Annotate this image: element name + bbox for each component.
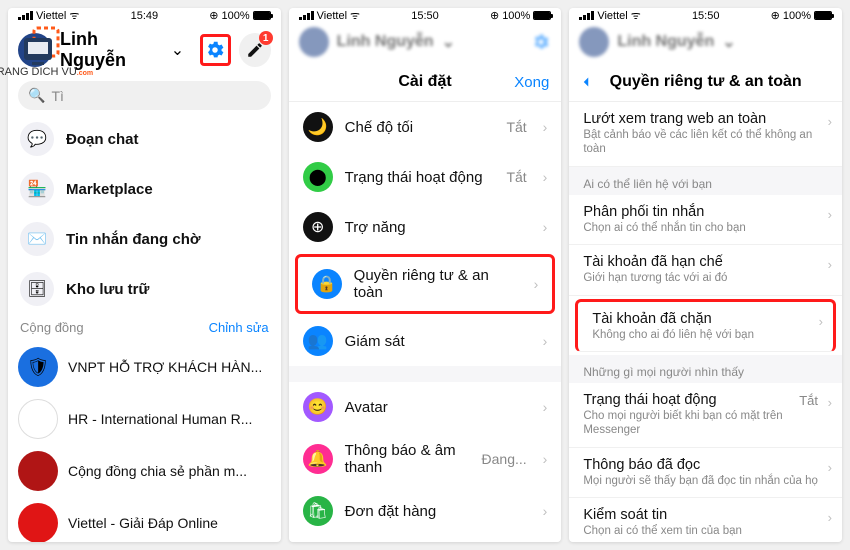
menu-message-requests[interactable]: ✉️ Tin nhắn đang chờ <box>8 214 281 264</box>
settings-title: Cài đặt <box>398 73 451 91</box>
settings-button[interactable] <box>200 34 231 66</box>
chat-avatar <box>18 503 58 542</box>
menu-chat[interactable]: 💬 Đoạn chat <box>8 114 281 164</box>
gear-icon <box>531 32 551 52</box>
back-button[interactable] <box>577 73 595 91</box>
chat-avatar <box>18 399 58 439</box>
battery-label: 100% <box>222 10 250 22</box>
row-read-receipts[interactable]: Thông báo đã đọcMọi người sẽ thấy bạn đã… <box>569 448 842 498</box>
archive-icon: 🗄 <box>20 272 54 306</box>
chat-row[interactable]: 🛡 VNPT HỖ TRỢ KHÁCH HÀN... <box>8 341 281 393</box>
chat-name: Cộng đồng chia sẻ phần m... <box>68 463 271 479</box>
group-contact: Ai có thể liên hệ với bạn <box>569 167 842 195</box>
row-accessibility[interactable]: ⊕ Trợ năng› <box>289 202 562 252</box>
row-photos-media[interactable]: 🖼 Ảnh & file phương tiện› <box>289 536 562 542</box>
row-notifications[interactable]: 🔔 Thông báo & âm thanhĐang...› <box>289 432 562 486</box>
privacy-sheet-header: Quyền riêng tư & an toàn <box>569 63 842 102</box>
bell-icon: 🔔 <box>303 444 333 474</box>
row-restricted-accounts[interactable]: Tài khoản đã hạn chếGiới hạn tương tác v… <box>569 245 842 295</box>
screen-1-chats: Viettel ᯤ 15:49 ⊕100% Linh Nguyễn ⌄ 1 🔍 … <box>8 8 281 542</box>
chat-name: VNPT HỖ TRỢ KHÁCH HÀN... <box>68 359 271 375</box>
done-button[interactable]: Xong <box>514 74 549 91</box>
row-active-status[interactable]: Trạng thái hoạt độngCho mọi người biết k… <box>569 383 842 448</box>
marketplace-icon: 🏪 <box>20 172 54 206</box>
active-icon: ⬤ <box>303 162 333 192</box>
chat-avatar <box>18 451 58 491</box>
gear-icon <box>204 39 226 61</box>
signal-icon <box>18 11 33 20</box>
row-story-controls[interactable]: Kiểm soát tinChọn ai có thể xem tin của … <box>569 498 842 542</box>
edit-link[interactable]: Chỉnh sửa <box>209 320 269 335</box>
screen-2-settings: Viettelᯤ 15:50 ⊕100% Linh Nguyễn⌄ Cài đặ… <box>289 8 562 542</box>
screen-3-privacy: Viettelᯤ 15:50 ⊕100% Linh Nguyễn⌄ Quyền … <box>569 8 842 542</box>
clock-label: 15:49 <box>131 10 159 22</box>
bag-icon: 🛍 <box>303 496 333 526</box>
chat-row[interactable]: Viettel - Giải Đáp Online <box>8 497 281 542</box>
search-icon: 🔍 <box>28 87 45 104</box>
settings-sheet-header: Cài đặt Xong <box>289 63 562 102</box>
moon-icon: 🌙 <box>303 112 333 142</box>
avatar[interactable] <box>18 33 52 67</box>
carrier-label: Viettel <box>36 10 66 22</box>
privacy-title: Quyền riêng tư & an toàn <box>610 73 802 91</box>
row-privacy-safety[interactable]: 🔒 Quyền riêng tư & an toàn› <box>295 254 556 314</box>
row-active-status[interactable]: ⬤ Trạng thái hoạt độngTắt› <box>289 152 562 202</box>
status-bar: Viettel ᯤ 15:49 ⊕100% <box>8 8 281 23</box>
compose-button[interactable]: 1 <box>239 33 271 67</box>
row-blocked-accounts[interactable]: Tài khoản đã chặnKhông cho ai đó liên hệ… <box>575 299 836 352</box>
chevron-down-icon: ⌄ <box>171 40 184 60</box>
row-avatar[interactable]: 😊 Avatar› <box>289 382 562 432</box>
status-bar: Viettelᯤ 15:50 ⊕100% <box>289 8 562 23</box>
chat-row[interactable]: HR - International Human R... <box>8 393 281 445</box>
chevron-left-icon <box>577 73 595 91</box>
accessibility-icon: ⊕ <box>303 212 333 242</box>
supervision-icon: 👥 <box>303 326 333 356</box>
community-header: Cộng đồng Chỉnh sửa <box>8 314 281 341</box>
battery-icon <box>253 11 271 20</box>
chat-name: Viettel - Giải Đáp Online <box>68 515 271 531</box>
row-dark-mode[interactable]: 🌙 Chế độ tốiTắt› <box>289 102 562 152</box>
wifi-icon: ᯤ <box>69 8 79 23</box>
menu-marketplace[interactable]: 🏪 Marketplace <box>8 164 281 214</box>
row-message-delivery[interactable]: Phân phối tin nhắnChọn ai có thể nhắn ti… <box>569 195 842 245</box>
requests-icon: ✉️ <box>20 222 54 256</box>
search-input[interactable]: 🔍 Tì <box>18 81 271 110</box>
status-bar: Viettelᯤ 15:50 ⊕100% <box>569 8 842 23</box>
chats-header: Linh Nguyễn ⌄ 1 <box>8 23 281 77</box>
user-name[interactable]: Linh Nguyễn <box>60 29 163 71</box>
avatar-icon: 😊 <box>303 392 333 422</box>
row-orders[interactable]: 🛍 Đơn đặt hàng› <box>289 486 562 536</box>
lock-icon: 🔒 <box>312 269 342 299</box>
chat-icon: 💬 <box>20 122 54 156</box>
blurred-header: Linh Nguyễn⌄ <box>289 23 562 61</box>
row-supervision[interactable]: 👥 Giám sát› <box>289 316 562 366</box>
row-safe-browsing[interactable]: Lướt xem trang web an toànBật cảnh báo v… <box>569 102 842 167</box>
group-visibility: Những gì mọi người nhìn thấy <box>569 355 842 383</box>
chat-name: HR - International Human R... <box>68 411 271 427</box>
blurred-header: Linh Nguyễn⌄ <box>569 23 842 61</box>
compose-badge: 1 <box>259 31 273 45</box>
search-placeholder: Tì <box>51 88 63 104</box>
chat-row[interactable]: Cộng đồng chia sẻ phần m... <box>8 445 281 497</box>
menu-archive[interactable]: 🗄 Kho lưu trữ <box>8 264 281 314</box>
chat-avatar: 🛡 <box>18 347 58 387</box>
